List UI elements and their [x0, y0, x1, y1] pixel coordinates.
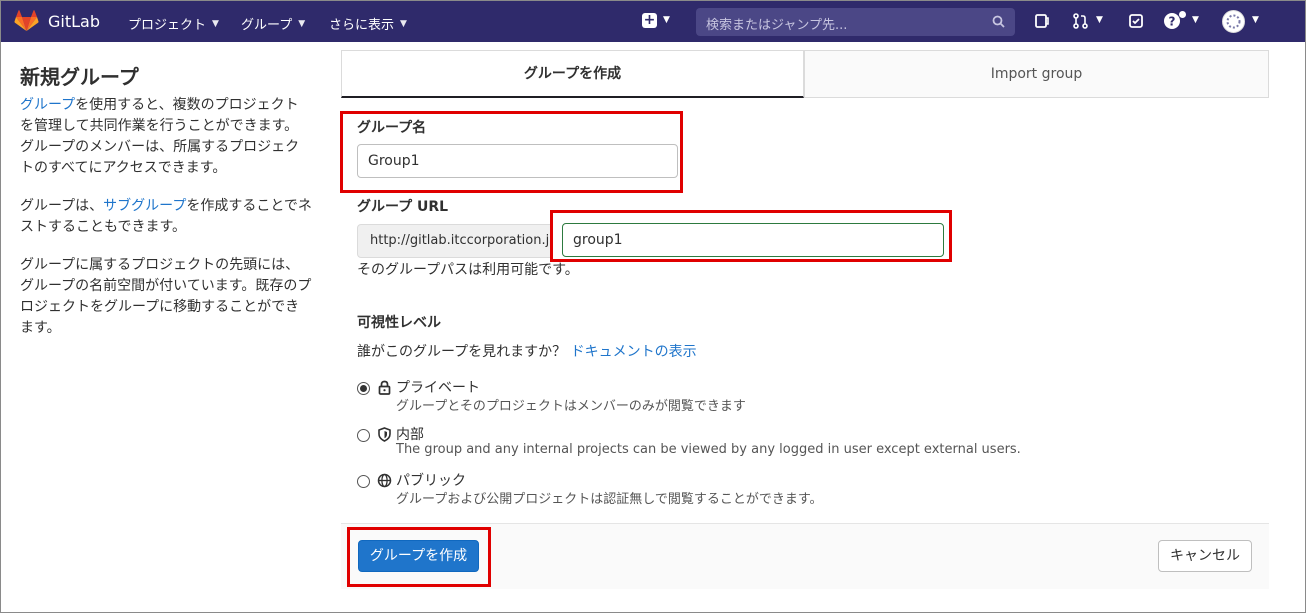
description-paragraph-2: グループは、サブグループを作成することでネストすることもできます。	[20, 196, 312, 238]
svg-text:?: ?	[1169, 15, 1176, 29]
nav-more-label: さらに表示	[329, 18, 395, 33]
chevron-down-icon[interactable]: ▼	[1252, 15, 1259, 25]
nav-more[interactable]: さらに表示 ▼	[329, 14, 407, 33]
visibility-public-desc: グループおよび公開プロジェクトは認証無しで閲覧することができます。	[396, 492, 823, 507]
groups-help-link[interactable]: グループ	[20, 97, 75, 113]
globe-icon	[377, 473, 392, 488]
nav-projects-label: プロジェクト	[128, 18, 207, 33]
top-navbar: GitLab プロジェクト ▼ グループ ▼ さらに表示 ▼ + ▼ 検索または…	[1, 1, 1305, 42]
search-icon	[992, 15, 1005, 28]
brand-name[interactable]: GitLab	[48, 12, 100, 31]
new-item-plus-icon[interactable]: +	[642, 13, 657, 28]
nav-projects[interactable]: プロジェクト ▼	[128, 14, 219, 33]
avatar[interactable]	[1222, 10, 1245, 33]
lock-icon	[378, 380, 391, 395]
chevron-down-icon: ▼	[298, 18, 306, 29]
page-title: 新規グループ	[20, 65, 139, 89]
shield-icon	[378, 427, 391, 442]
visibility-private-desc: グループとそのプロジェクトはメンバーのみが閲覧できます	[396, 399, 746, 414]
visibility-question-text: 誰がこのグループを見れますか？	[357, 344, 567, 360]
subgroups-help-link[interactable]: サブグループ	[103, 198, 186, 214]
docs-link[interactable]: ドキュメントの表示	[571, 344, 697, 360]
group-name-label: グループ名	[357, 120, 427, 136]
visibility-internal-label[interactable]: 内部	[396, 424, 424, 444]
visibility-private-radio[interactable]	[357, 382, 370, 395]
visibility-private-label[interactable]: プライベート	[396, 377, 480, 397]
chevron-down-icon: ▼	[212, 18, 219, 29]
app-window: GitLab プロジェクト ▼ グループ ▼ さらに表示 ▼ + ▼ 検索または…	[0, 0, 1306, 613]
create-group-button[interactable]: グループを作成	[358, 540, 479, 572]
merge-request-icon[interactable]	[1072, 12, 1090, 30]
todo-icon[interactable]	[1127, 12, 1145, 30]
chevron-down-icon[interactable]: ▼	[1096, 15, 1103, 25]
url-available-hint: そのグループパスは利用可能です。	[357, 262, 579, 278]
avatar-pattern-icon	[1226, 14, 1241, 29]
visibility-question: 誰がこのグループを見れますか？ ドキュメントの表示	[357, 341, 697, 361]
tab-create-group[interactable]: グループを作成	[341, 50, 804, 98]
visibility-public-radio[interactable]	[357, 475, 370, 488]
visibility-public-label[interactable]: パブリック	[396, 470, 466, 490]
search-box[interactable]: 検索またはジャンプ先...	[696, 8, 1015, 36]
nav-groups-label: グループ	[241, 18, 293, 33]
notification-dot-icon	[1179, 11, 1186, 18]
chevron-down-icon[interactable]: ▼	[1192, 15, 1199, 25]
issues-icon[interactable]	[1033, 12, 1051, 30]
group-url-prefix: http://gitlab.itccorporation.jp/	[357, 224, 551, 258]
description-paragraph-1: グループを使用すると、複数のプロジェクトを管理して共同作業を行うことができます。…	[20, 95, 312, 179]
description-text-2a: グループは、	[20, 198, 104, 214]
chevron-down-icon: ▼	[400, 18, 407, 29]
group-url-input[interactable]: group1	[562, 223, 944, 257]
cancel-button[interactable]: キャンセル	[1158, 540, 1252, 572]
visibility-internal-radio[interactable]	[357, 429, 370, 442]
chevron-down-icon[interactable]: ▼	[663, 15, 670, 25]
nav-groups[interactable]: グループ ▼	[241, 14, 305, 33]
search-input[interactable]: 検索またはジャンプ先...	[706, 14, 847, 33]
description-paragraph-3: グループに属するプロジェクトの先頭には、グループの名前空間が付いています。既存の…	[20, 257, 312, 336]
group-url-label: グループ URL	[357, 199, 449, 215]
visibility-label: 可視性レベル	[357, 315, 441, 331]
tab-bar: グループを作成 Import group	[341, 50, 1269, 98]
group-name-input[interactable]: Group1	[357, 144, 678, 178]
visibility-internal-desc: The group and any internal projects can …	[396, 442, 1021, 457]
gitlab-logo-icon[interactable]	[14, 10, 39, 32]
tab-import-group[interactable]: Import group	[804, 50, 1269, 98]
